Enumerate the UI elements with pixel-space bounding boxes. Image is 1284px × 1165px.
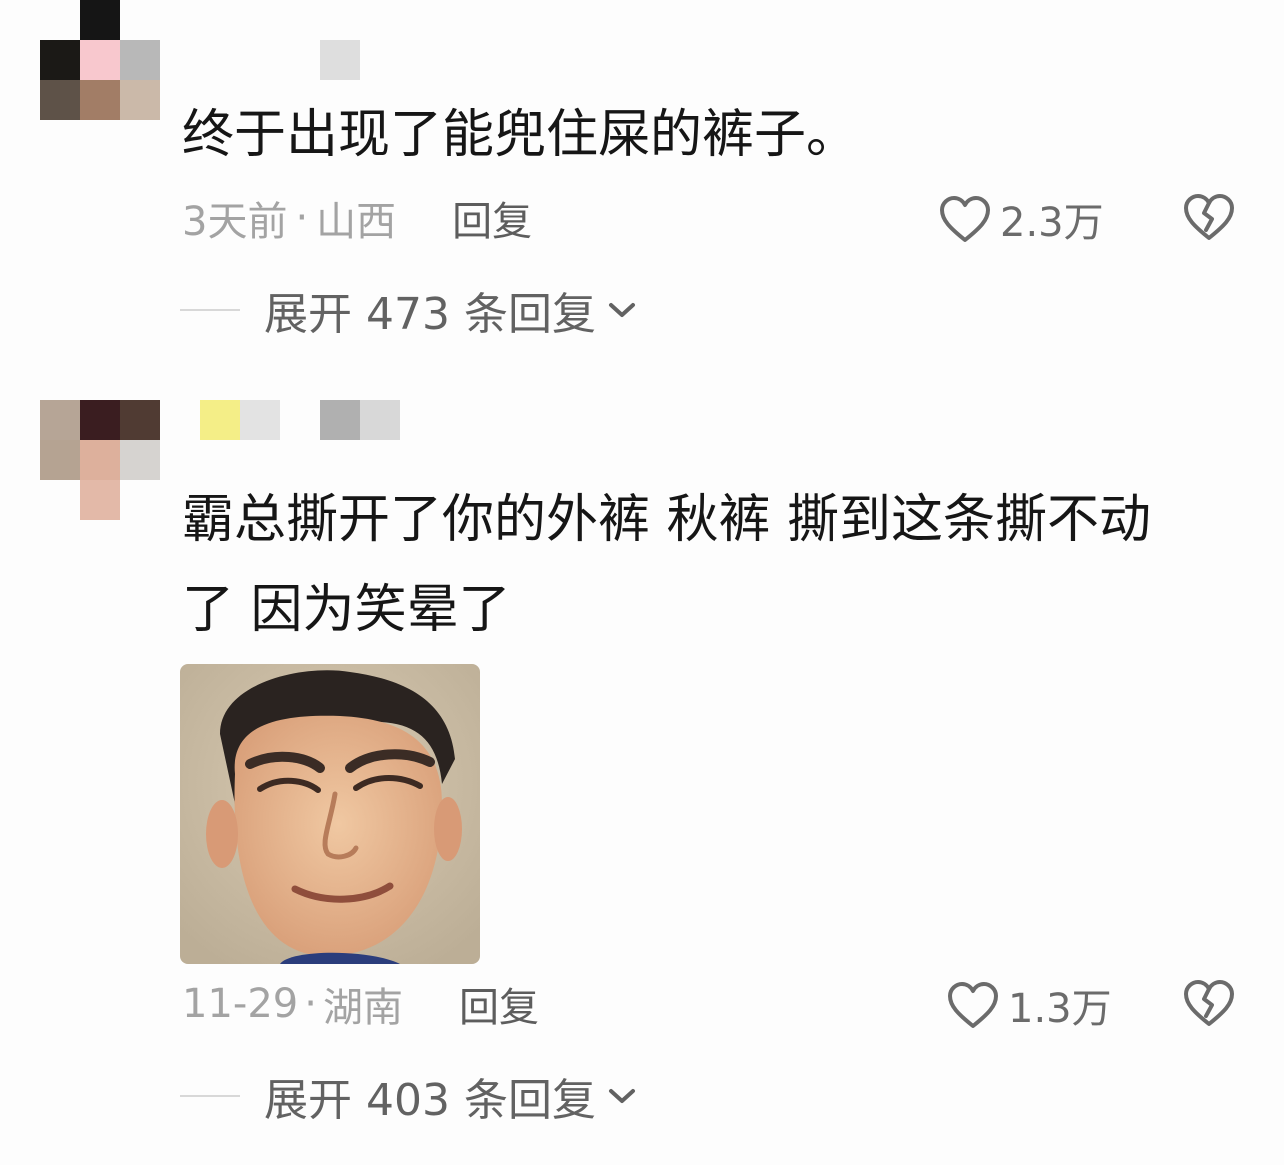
- reply-button[interactable]: 回复: [452, 189, 532, 247]
- avatar-pixel: [120, 400, 160, 440]
- comment-time: 3天前: [182, 199, 288, 245]
- meta-separator: ·: [295, 195, 309, 241]
- avatar[interactable]: [40, 400, 160, 520]
- broken-heart-icon: [1184, 194, 1234, 240]
- divider: [180, 309, 240, 311]
- username-pixel: [280, 40, 320, 80]
- username-pixel: [240, 400, 280, 440]
- like-count: 2.3万: [1000, 200, 1104, 246]
- meta-separator: ·: [304, 981, 317, 1027]
- heart-outline-icon: [948, 982, 998, 1028]
- comment-time: 11-29: [182, 981, 299, 1027]
- like-count: 1.3万: [1008, 986, 1112, 1032]
- chevron-down-icon: [608, 303, 635, 317]
- comment-item: 终于出现了能兜住屎的裤子。 3天前 · 山西 回复 2.3万 展开 473 条回…: [0, 0, 1284, 360]
- avatar-pixel: [40, 40, 80, 80]
- username-pixel: [320, 400, 360, 440]
- chevron-down-icon: [608, 1089, 635, 1103]
- avatar-pixel: [120, 80, 160, 120]
- avatar-pixel: [80, 440, 120, 480]
- avatar-pixel: [40, 0, 80, 40]
- username-pixel: [320, 40, 360, 80]
- avatar-pixel: [80, 40, 120, 80]
- username-pixel: [240, 40, 280, 80]
- username-pixel: [200, 400, 240, 440]
- like-button[interactable]: 2.3万: [938, 190, 1104, 248]
- divider: [180, 1095, 240, 1097]
- username-pixel: [360, 400, 400, 440]
- expand-replies-button[interactable]: 展开 473 条回复: [180, 280, 638, 340]
- dislike-button[interactable]: [1182, 978, 1236, 1032]
- broken-heart-icon: [1184, 980, 1234, 1026]
- comment-text[interactable]: 霸总撕开了你的外裤 秋裤 撕到这条撕不动了 因为笑晕了: [182, 475, 1202, 655]
- heart-outline-icon: [940, 196, 990, 242]
- username-pixel: [200, 40, 240, 80]
- avatar-pixel: [80, 400, 120, 440]
- avatar-pixel: [120, 480, 160, 520]
- meme-face-illustration: [180, 664, 480, 964]
- avatar-pixel: [40, 480, 80, 520]
- avatar-pixel: [120, 0, 160, 40]
- avatar[interactable]: [40, 0, 160, 120]
- comment-meta: 11-29 · 湖南 回复: [182, 974, 539, 1034]
- comment-text[interactable]: 终于出现了能兜住屎的裤子。: [182, 90, 858, 180]
- meme-image[interactable]: [180, 664, 480, 964]
- expand-replies-label: 展开 403 条回复: [264, 1075, 596, 1126]
- avatar-pixel: [120, 440, 160, 480]
- comment-location: 湖南: [322, 985, 403, 1031]
- username-pixel: [280, 400, 320, 440]
- avatar-pixel: [40, 440, 80, 480]
- avatar-pixel: [120, 40, 160, 80]
- reply-button[interactable]: 回复: [459, 975, 539, 1033]
- avatar-pixel: [40, 80, 80, 120]
- avatar-pixel: [80, 0, 120, 40]
- avatar-pixel: [80, 480, 120, 520]
- comment-location: 山西: [316, 199, 397, 245]
- avatar-pixel: [40, 400, 80, 440]
- username[interactable]: [200, 400, 400, 440]
- avatar-pixel: [80, 80, 120, 120]
- like-button[interactable]: 1.3万: [946, 976, 1112, 1034]
- dislike-button[interactable]: [1182, 192, 1236, 246]
- expand-replies-label: 展开 473 条回复: [264, 289, 596, 340]
- comment-item: 霸总撕开了你的外裤 秋裤 撕到这条撕不动了 因为笑晕了 11-29 · 湖南 回…: [0, 400, 1284, 1165]
- comment-meta: 3天前 · 山西 回复: [182, 188, 532, 248]
- username[interactable]: [200, 40, 360, 80]
- expand-replies-button[interactable]: 展开 403 条回复: [180, 1066, 638, 1126]
